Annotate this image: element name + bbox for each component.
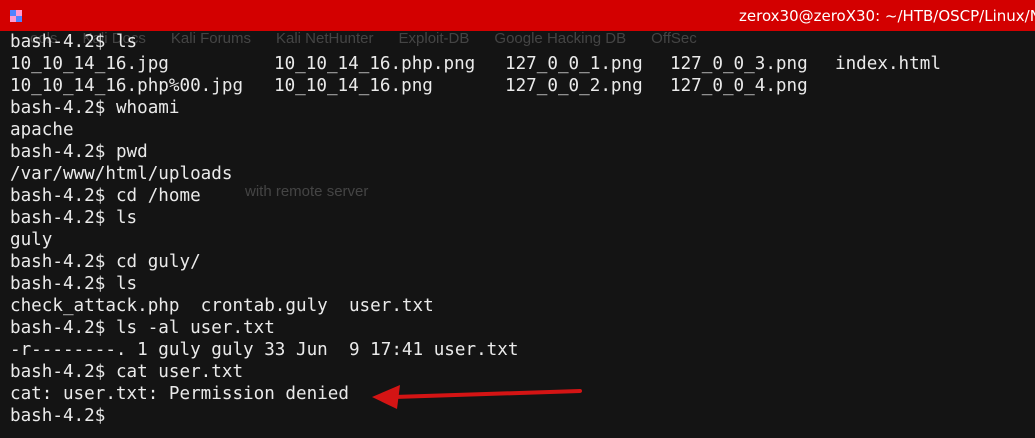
annotation-arrow [372, 385, 582, 409]
output-line: /var/www/html/uploads [10, 164, 233, 184]
file-name: 127_0_0_2.png [505, 76, 643, 96]
prompt-line: bash-4.2$ ls -al user.txt [10, 317, 1035, 339]
shell-command: cd guly/ [115, 252, 201, 272]
prompt-line: bash-4.2$ whoami [10, 97, 1035, 119]
prompt-line: bash-4.2$ ls [10, 207, 1035, 229]
shell-prompt: bash-4.2$ [10, 142, 106, 162]
file-name: 127_0_0_1.png [505, 54, 643, 74]
shell-command: pwd [115, 142, 148, 162]
terminal-app-icon [10, 10, 22, 22]
shell-prompt: bash-4.2$ [10, 98, 106, 118]
prompt-line: bash-4.2$ ls [10, 31, 1035, 53]
file-name: 10_10_14_16.png [274, 76, 433, 96]
file-list-row: 10_10_14_16.php%00.jpg 10_10_14_16.png 127… [10, 75, 1035, 97]
shell-prompt: bash-4.2$ [10, 32, 106, 52]
terminal-output[interactable]: ools Kali Docs Kali Forums Kali NetHunte… [10, 31, 1035, 438]
prompt-line: bash-4.2$ cd /home [10, 185, 1035, 207]
window-title: zerox30@zeroX30: ~/HTB/OSCP/Linux/Netwo [739, 7, 1035, 25]
prompt-line: bash-4.2$ cd guly/ [10, 251, 1035, 273]
shell-command: ls [115, 274, 138, 294]
prompt-line: bash-4.2$ ls [10, 273, 1035, 295]
shell-prompt: bash-4.2$ [10, 208, 106, 228]
prompt-line: bash-4.2$ cat user.txt [10, 361, 1035, 383]
shell-prompt: bash-4.2$ [10, 274, 106, 294]
terminal-lines: bash-4.2$ ls 10_10_14_16.jpg 10_10_14_16.p… [10, 31, 1035, 427]
shell-command: cat user.txt [115, 362, 244, 382]
output-line: -r--------. 1 guly guly 33 Jun 9 17:41 u… [10, 340, 519, 360]
shell-prompt: bash-4.2$ [10, 362, 106, 382]
window-titlebar[interactable]: zerox30@zeroX30: ~/HTB/OSCP/Linux/Netwo [0, 0, 1035, 31]
shell-prompt: bash-4.2$ [10, 318, 106, 338]
shell-prompt: bash-4.2$ [10, 186, 106, 206]
output-line: apache [10, 120, 74, 140]
file-name: 10_10_14_16.php%00.jpg [10, 76, 244, 96]
shell-command: ls -al user.txt [115, 318, 275, 338]
file-name: 127_0_0_3.png [670, 54, 808, 74]
file-list-row: 10_10_14_16.jpg 10_10_14_16.php.png 127_0_… [10, 53, 1035, 75]
output-line: check_attack.php crontab.guly user.txt [10, 296, 434, 316]
shell-command: ls [115, 208, 138, 228]
output-line: guly [10, 230, 53, 250]
file-name: 10_10_14_16.jpg [10, 54, 169, 74]
shell-prompt: bash-4.2$ [10, 252, 106, 272]
shell-command: whoami [115, 98, 180, 118]
shell-prompt: bash-4.2$ [10, 406, 106, 426]
file-name: 127_0_0_4.png [670, 76, 808, 96]
file-name: 10_10_14_16.php.png [274, 54, 476, 74]
file-name: index.html [835, 54, 941, 74]
prompt-line: bash-4.2$ pwd [10, 141, 1035, 163]
shell-command: cd /home [115, 186, 201, 206]
shell-command: ls [115, 32, 138, 52]
